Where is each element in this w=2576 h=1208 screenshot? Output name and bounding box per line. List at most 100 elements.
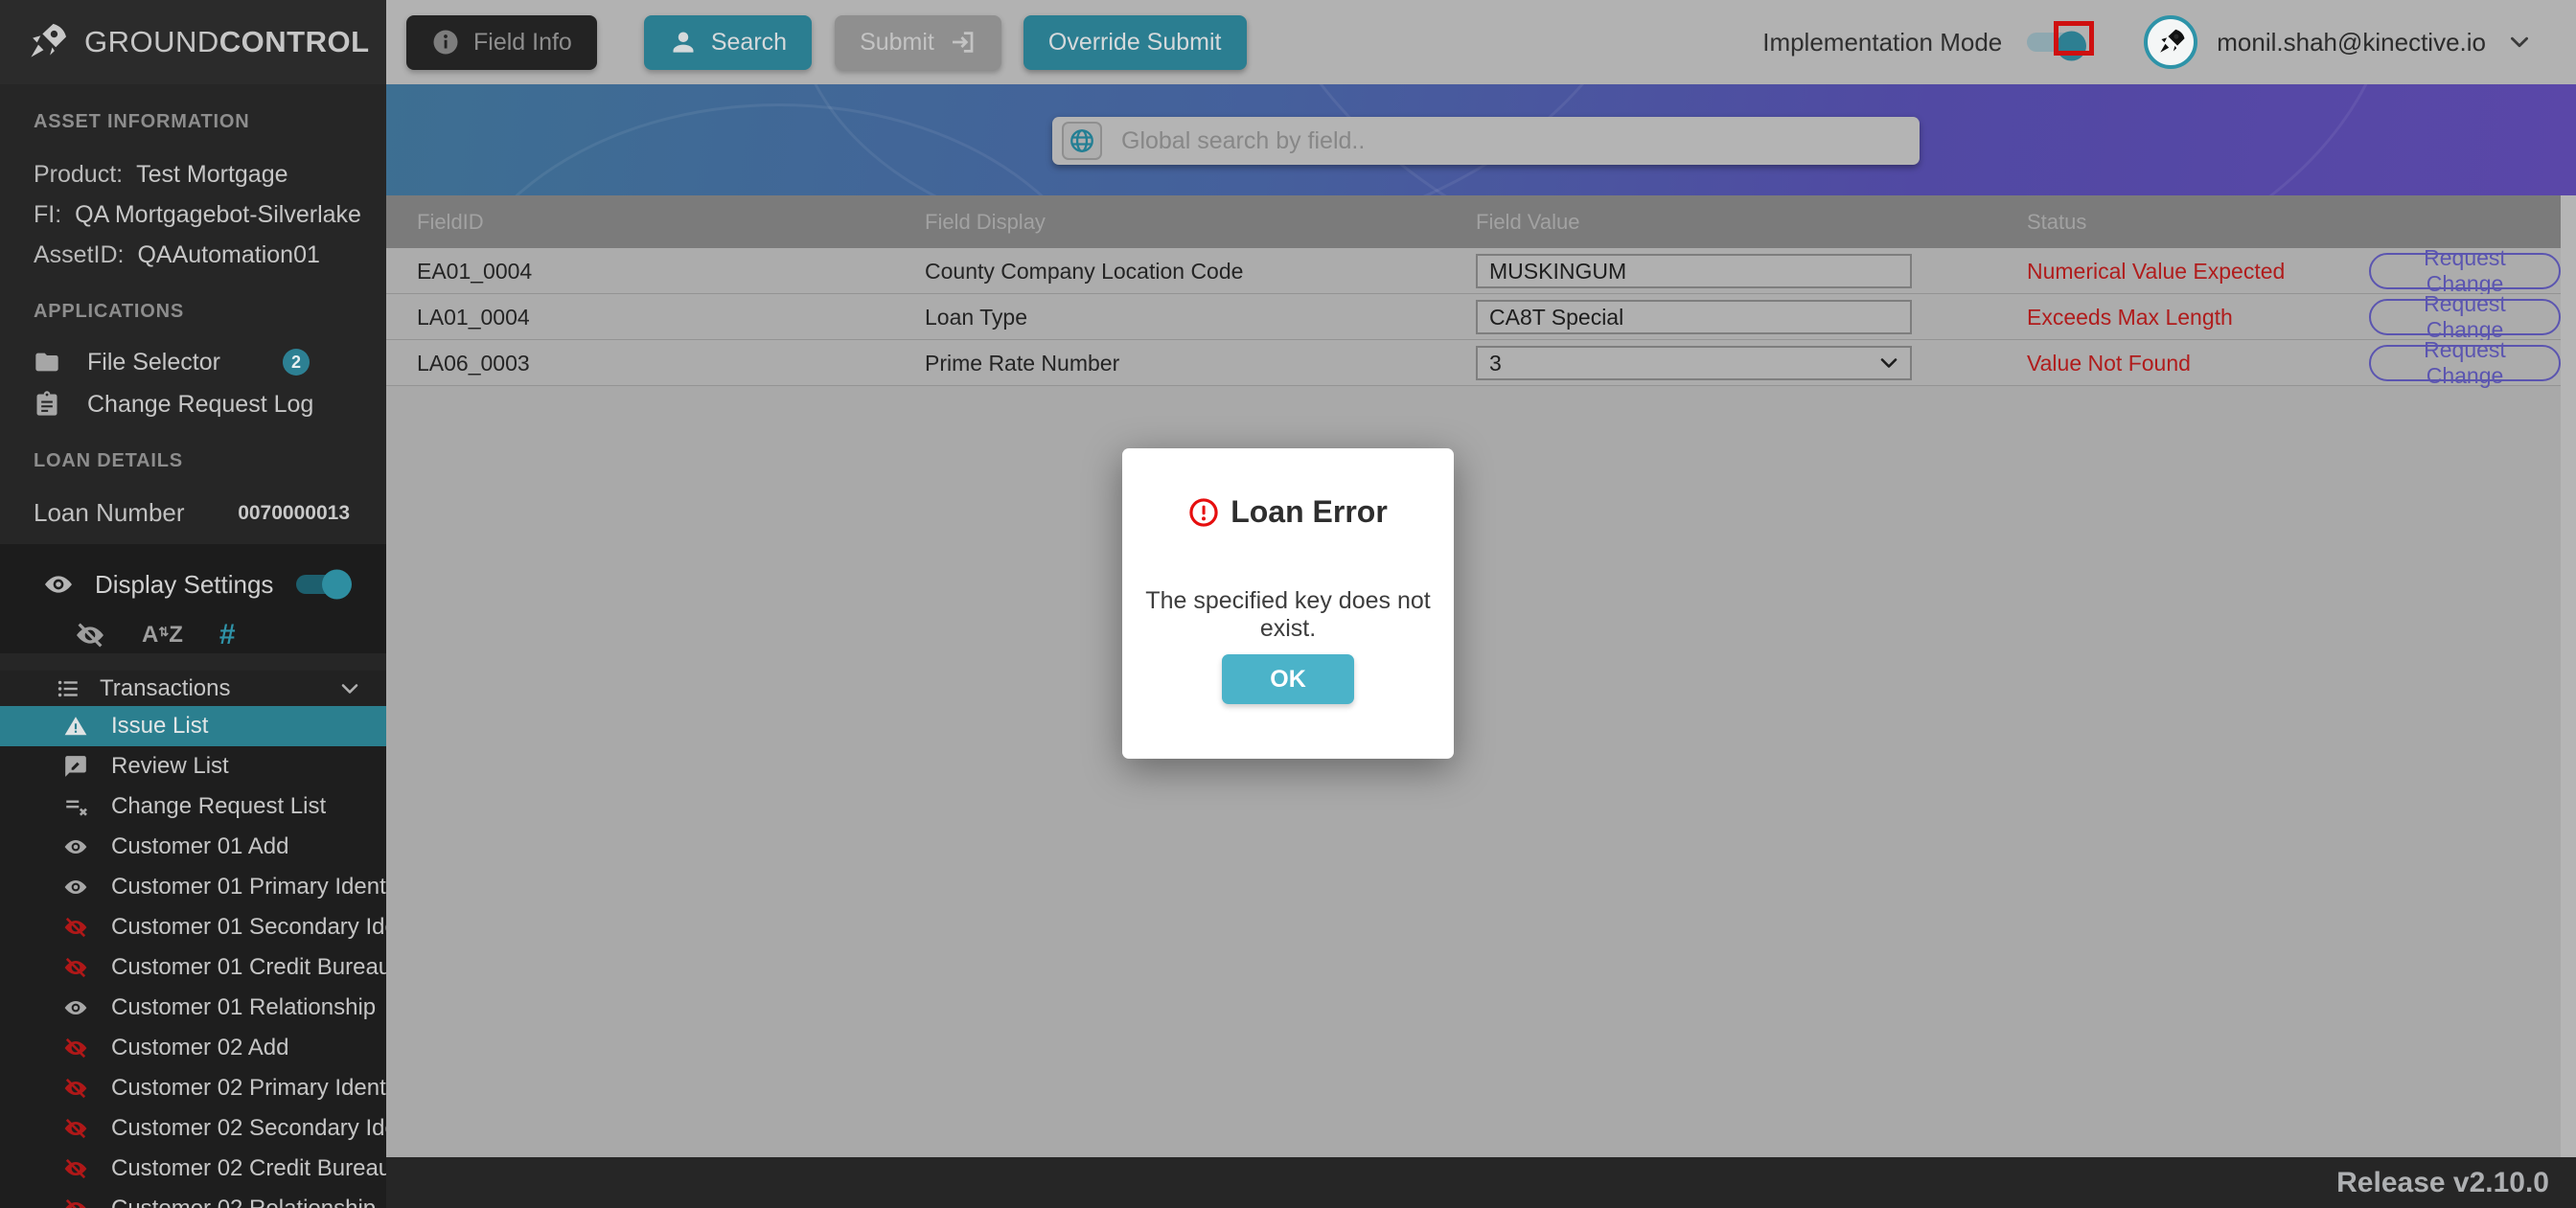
field-value-input[interactable]	[1476, 254, 1912, 288]
topbar-right-cluster: Implementation Mode monil.shah@kinective…	[1762, 15, 2532, 69]
request-change-button[interactable]: Request Change	[2369, 245, 2561, 296]
status-text: Value Not Found	[2027, 350, 2191, 376]
folder-icon	[35, 353, 58, 372]
dialog-title: Loan Error	[1230, 494, 1388, 529]
asset-id-row: AssetID: QAAutomation01	[34, 241, 320, 269]
info-icon	[433, 30, 458, 55]
sidebar-item-customer-02-primary-identification[interactable]: Customer 02 Primary Identifi...	[0, 1068, 386, 1108]
logo-ground: GROUND	[84, 25, 219, 58]
sidebar-item-customer-02-secondary-identification[interactable]: Customer 02 Secondary Identi...	[0, 1108, 386, 1149]
fieldid-cell: LA01_0004	[417, 304, 530, 330]
eye-icon	[64, 879, 87, 895]
table-row: EA01_0004 County Company Location Code N…	[386, 245, 2561, 296]
exit-to-app-icon	[951, 32, 974, 53]
asset-id-value: QAAutomation01	[137, 241, 320, 268]
column-header-field-value: Field Value	[1476, 209, 1580, 234]
person-icon	[673, 32, 694, 53]
sidebar-item-file-selector[interactable]: File Selector 2	[0, 341, 386, 383]
sidebar-item-customer-02-relationship[interactable]: Customer 02 Relationship	[0, 1189, 386, 1208]
top-toolbar: Field Info Search Submit Override Submit…	[386, 0, 2576, 84]
status-text: Exceeds Max Length	[2027, 304, 2233, 330]
column-header-status: Status	[2027, 209, 2087, 234]
field-value-input[interactable]	[1476, 300, 1912, 334]
global-search-bar	[1052, 117, 1920, 165]
transactions-section-header[interactable]: Transactions	[0, 671, 386, 706]
implementation-mode-label: Implementation Mode	[1762, 27, 2003, 57]
sidebar-item-issue-list[interactable]: Issue List	[0, 706, 386, 746]
sidebar-item-customer-01-add[interactable]: Customer 01 Add	[0, 827, 386, 867]
eye-off-icon	[63, 1037, 88, 1059]
global-search-input[interactable]	[1121, 126, 1910, 155]
asset-information-heading: ASSET INFORMATION	[34, 111, 250, 132]
sidebar-item-customer-01-relationship[interactable]: Customer 01 Relationship	[0, 988, 386, 1028]
display-settings-panel: Display Settings A⇅Z #	[0, 544, 386, 653]
warning-icon	[64, 717, 87, 736]
eye-icon	[45, 576, 72, 593]
click-indicator	[2054, 21, 2095, 56]
hide-hidden-fields-eye-off-icon[interactable]	[75, 620, 105, 650]
request-change-button[interactable]: Request Change	[2369, 337, 2561, 388]
sidebar-item-customer-02-add[interactable]: Customer 02 Add	[0, 1028, 386, 1068]
sidebar-item-change-request-log[interactable]: Change Request Log	[0, 383, 386, 425]
eye-off-icon	[63, 1158, 88, 1179]
playlist-remove-icon	[66, 800, 87, 816]
eye-off-icon	[63, 1118, 88, 1139]
loan-details-heading: LOAN DETAILS	[34, 450, 183, 471]
loan-number-label: Loan Number	[34, 498, 185, 527]
sort-numeric-hash-icon[interactable]: #	[219, 619, 236, 651]
user-menu-chevron-down-icon[interactable]	[2507, 30, 2532, 55]
clipboard-icon	[36, 391, 58, 416]
fi-value: QA Mortgagebot-Silverlake	[75, 201, 361, 228]
change-request-log-label: Change Request Log	[87, 390, 314, 418]
select-chevron-down-icon	[1880, 358, 1898, 368]
field-display-cell: County Company Location Code	[925, 258, 1244, 284]
file-selector-label: File Selector	[87, 348, 220, 376]
globe-icon	[1062, 122, 1102, 160]
user-email: monil.shah@kinective.io	[2217, 27, 2486, 57]
rocket-avatar-icon	[2160, 29, 2185, 53]
sidebar-item-change-request-list[interactable]: Change Request List	[0, 786, 386, 827]
sidebar-item-customer-01-primary-identification[interactable]: Customer 01 Primary Identifi...	[0, 867, 386, 907]
product-row: Product: Test Mortgage	[34, 161, 288, 189]
fieldid-cell: EA01_0004	[417, 258, 533, 284]
eye-off-icon	[63, 917, 88, 938]
override-submit-button[interactable]: Override Submit	[1023, 14, 1247, 70]
table-row: LA06_0003 Prime Rate Number 3 Value Not …	[386, 337, 2561, 388]
sort-alpha-icon[interactable]: A⇅Z	[142, 622, 183, 649]
display-settings-toggle[interactable]	[296, 569, 353, 600]
status-text: Numerical Value Expected	[2027, 258, 2286, 284]
fieldid-cell: LA06_0003	[417, 350, 530, 376]
sidebar-item-customer-01-credit-bureau[interactable]: Customer 01 Credit Bureau De...	[0, 947, 386, 988]
implementation-mode-toggle[interactable]	[2027, 21, 2095, 61]
main-content: Field Info Search Submit Override Submit…	[386, 0, 2576, 1208]
request-change-button[interactable]: Request Change	[2369, 291, 2561, 342]
banner	[386, 84, 2576, 195]
transactions-label: Transactions	[100, 674, 231, 701]
field-display-cell: Prime Rate Number	[925, 350, 1120, 376]
rate-review-icon	[65, 756, 86, 777]
product-value: Test Mortgage	[136, 161, 288, 188]
column-header-fieldid: FieldID	[417, 209, 484, 234]
field-value-select[interactable]: 3	[1476, 346, 1912, 380]
search-button[interactable]: Search	[643, 14, 813, 70]
table-header: FieldID Field Display Field Value Status	[386, 195, 2561, 248]
loan-number-value: 0070000013	[238, 501, 350, 524]
sidebar-item-review-list[interactable]: Review List	[0, 746, 386, 786]
scrollbar-gutter[interactable]	[2561, 195, 2576, 1157]
table-row: LA01_0004 Loan Type Exceeds Max Length R…	[386, 291, 2561, 342]
product-label: Product:	[34, 161, 124, 188]
eye-off-icon	[63, 957, 88, 978]
groundcontrol-rocket-logo-icon	[31, 23, 67, 57]
column-header-field-display: Field Display	[925, 209, 1046, 234]
dialog-message: The specified key does not exist.	[1145, 587, 1431, 642]
submit-button[interactable]: Submit	[835, 14, 1001, 70]
sidebar-item-customer-01-secondary-identification[interactable]: Customer 01 Secondary Identi...	[0, 907, 386, 947]
field-info-button[interactable]: Field Info	[406, 14, 597, 70]
logo-bar: GROUNDCONTROL	[0, 0, 386, 84]
transactions-list: Issue List Review List Change Request Li…	[0, 706, 386, 1208]
user-avatar[interactable]	[2144, 15, 2198, 69]
ok-button[interactable]: OK	[1222, 654, 1354, 704]
sidebar-item-customer-02-credit-bureau[interactable]: Customer 02 Credit Bureau De...	[0, 1149, 386, 1189]
chevron-down-icon[interactable]	[338, 677, 361, 700]
field-display-cell: Loan Type	[925, 304, 1028, 330]
